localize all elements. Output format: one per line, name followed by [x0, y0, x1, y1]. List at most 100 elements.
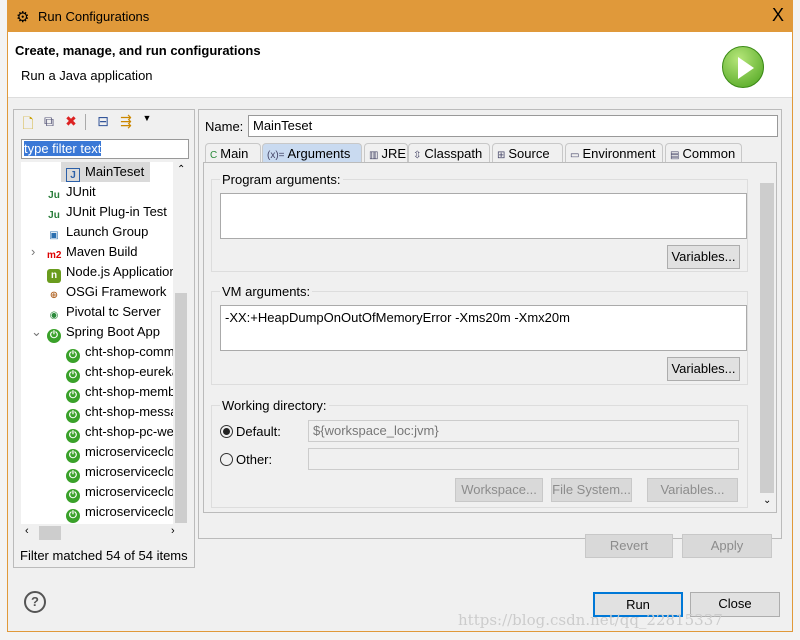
config-type-icon: n: [47, 269, 61, 283]
header-title: Create, manage, and run configurations: [15, 43, 261, 58]
program-arguments-input[interactable]: [220, 193, 747, 239]
config-type-icon: ⏻: [66, 429, 80, 443]
tree-item-label: microserviceclo: [85, 464, 175, 479]
revert-button[interactable]: Revert: [585, 534, 673, 558]
new-config-icon[interactable]: 🗋: [19, 113, 37, 131]
tab-arguments[interactable]: (x)= Arguments: [262, 143, 362, 163]
name-label: Name:: [205, 119, 244, 134]
vm-variables-button[interactable]: Variables...: [667, 357, 740, 381]
config-type-icon: m2: [47, 250, 62, 261]
tree-item[interactable]: ⏻ microserviceclo: [21, 442, 175, 463]
vm-arguments-input[interactable]: -XX:+HeapDumpOnOutOfMemoryError -Xms20m …: [220, 305, 747, 351]
tree-item[interactable]: ⏻ cht-shop-pc-web: [21, 422, 182, 443]
radio-icon: [220, 425, 233, 438]
config-type-icon: ⏻: [66, 449, 80, 463]
tree-item[interactable]: Ju JUnit: [21, 182, 96, 202]
expand-icon[interactable]: ›: [31, 242, 35, 262]
tree-item[interactable]: ⏻ microserviceclo: [21, 482, 175, 503]
other-radio[interactable]: Other:: [220, 452, 272, 467]
help-icon[interactable]: ?: [24, 591, 46, 613]
workspace-button[interactable]: Workspace...: [455, 478, 543, 502]
config-type-icon: ⏻: [66, 489, 80, 503]
tree-item-label: microserviceclo: [85, 484, 175, 499]
tree-item-label: Maven Build: [66, 244, 138, 259]
tab-icon: ▥: [369, 150, 379, 161]
collapse-icon[interactable]: ⌄: [31, 322, 42, 342]
tab-common[interactable]: ▤ Common: [665, 143, 742, 163]
tree-item[interactable]: › m2 Maven Build: [21, 242, 138, 262]
tree-item-label: Node.js Application: [66, 264, 177, 279]
arguments-tab-content: Program arguments: Variables... VM argum…: [203, 162, 777, 513]
tab-icon: ⊞: [497, 150, 506, 161]
scroll-left-icon[interactable]: ‹: [25, 525, 29, 537]
run-icon: [722, 46, 764, 88]
eclipse-icon: ⚙: [16, 9, 30, 26]
scroll-up-icon[interactable]: ⌃: [177, 164, 185, 175]
scroll-right-icon[interactable]: ›: [171, 525, 175, 537]
config-type-icon: Ju: [48, 190, 60, 201]
config-type-icon: ⏻: [66, 369, 80, 383]
tab-jre[interactable]: ▥ JRE: [364, 143, 408, 163]
scroll-down-icon[interactable]: ⌄: [763, 495, 771, 506]
program-arguments-group: Program arguments: Variables...: [211, 172, 748, 272]
tree-vertical-scrollbar[interactable]: ⌃: [173, 162, 189, 524]
tree-item[interactable]: n Node.js Application: [21, 262, 177, 283]
filter-input[interactable]: type filter text: [21, 139, 189, 159]
filter-status: Filter matched 54 of 54 items: [20, 548, 188, 563]
tree-item[interactable]: ⏻ cht-shop-message: [21, 402, 189, 423]
tree-item[interactable]: ⏻ cht-shop-eureka: [21, 362, 179, 383]
other-directory-field[interactable]: [308, 448, 739, 470]
tree-item[interactable]: J MainTeset: [61, 162, 151, 182]
tree-item[interactable]: ⏻ microserviceclo: [21, 502, 175, 523]
tree-item[interactable]: ⏻ cht-shop-commons: [21, 342, 189, 363]
scroll-thumb[interactable]: [39, 526, 61, 540]
filter-icon[interactable]: ⇶: [117, 113, 135, 131]
configuration-tree: J MainTeset Ju JUnit Ju JUnit Plug-in Test ▣ La…: [21, 162, 189, 524]
tree-item-label: Spring Boot App: [66, 324, 160, 339]
tab-main[interactable]: C Main: [205, 143, 261, 163]
tab-source[interactable]: ⊞ Source: [492, 143, 563, 163]
program-variables-button[interactable]: Variables...: [667, 245, 740, 269]
vm-arguments-label: VM arguments:: [220, 284, 313, 299]
default-radio[interactable]: Default:: [220, 424, 281, 439]
tab-label: Arguments: [287, 146, 351, 161]
tab-label: Classpath: [424, 146, 483, 161]
tab-environment[interactable]: ▭ Environment: [565, 143, 663, 163]
tree-item-label: microserviceclo: [85, 444, 175, 459]
dropdown-icon[interactable]: ▼: [138, 113, 156, 131]
tab-vertical-scrollbar[interactable]: ⌄: [759, 163, 775, 512]
radio-icon: [220, 453, 233, 466]
program-arguments-label: Program arguments:: [220, 172, 343, 187]
close-icon[interactable]: X: [772, 5, 784, 26]
tab-classpath[interactable]: ⇳ Classpath: [408, 143, 490, 163]
config-type-icon: Ju: [48, 210, 60, 221]
tree-item[interactable]: Ju JUnit Plug-in Test: [21, 202, 167, 222]
tree-item-label: JUnit: [66, 184, 96, 199]
apply-button[interactable]: Apply: [682, 534, 772, 558]
tree-item[interactable]: ⊕ OSGi Framework: [21, 282, 167, 302]
tree-item-label: cht-shop-pc-web: [85, 424, 182, 439]
duplicate-icon[interactable]: ⧉: [40, 113, 58, 131]
tree-item[interactable]: ◉ Pivotal tc Server: [21, 302, 161, 322]
collapse-all-icon[interactable]: ⊟: [94, 113, 112, 131]
config-type-icon: ⏻: [66, 409, 80, 423]
workdir-variables-button[interactable]: Variables...: [647, 478, 738, 502]
config-type-icon: ⏻: [66, 469, 80, 483]
tree-item[interactable]: ⏻ microserviceclo: [21, 462, 175, 483]
name-input[interactable]: MainTeset: [248, 115, 778, 137]
tree-item[interactable]: ⌄ ⏻ Spring Boot App: [21, 322, 160, 343]
tree-horizontal-scrollbar[interactable]: ‹ ›: [21, 524, 189, 542]
scroll-thumb[interactable]: [760, 183, 774, 493]
working-directory-group: Working directory: Default: ${workspace_…: [211, 398, 748, 508]
tree-item[interactable]: ▣ Launch Group: [21, 222, 148, 242]
tree-item-label: cht-shop-member: [85, 384, 187, 399]
tab-label: Main: [220, 146, 249, 161]
tree-item[interactable]: ⏻ cht-shop-member: [21, 382, 187, 403]
delete-icon[interactable]: ✖: [62, 113, 80, 131]
tree-item-label: microserviceclo: [85, 504, 175, 519]
file-system-button[interactable]: File System...: [551, 478, 632, 502]
config-type-icon: ⊕: [49, 290, 59, 301]
tree-item-label: Launch Group: [66, 224, 149, 239]
tab-label: JRE: [381, 146, 407, 161]
scroll-thumb[interactable]: [175, 293, 187, 523]
